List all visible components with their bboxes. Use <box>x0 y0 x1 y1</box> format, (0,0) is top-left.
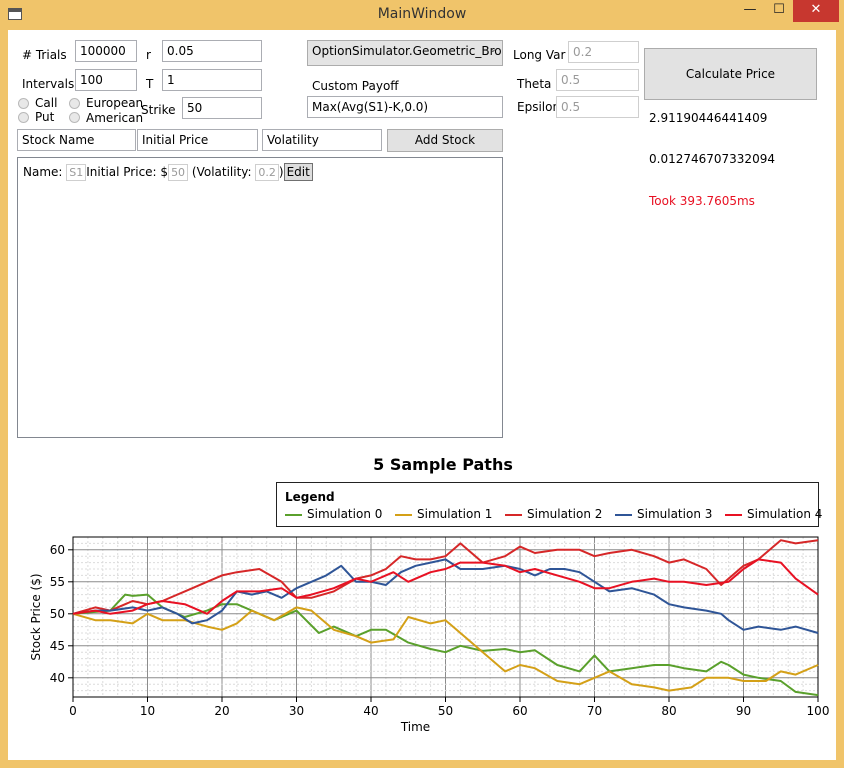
maximize-button[interactable]: ☐ <box>766 0 792 22</box>
put-radio[interactable] <box>18 112 29 123</box>
stock-vol-value[interactable]: 0.2 <box>255 163 279 181</box>
european-radio[interactable] <box>69 98 80 109</box>
x-tick-label: 60 <box>512 704 527 718</box>
epsilon-input[interactable]: 0.5 <box>556 96 639 118</box>
y-axis-label: Stock Price ($) <box>29 573 43 660</box>
r-input[interactable]: 0.05 <box>162 40 262 62</box>
stock-name-input[interactable]: Stock Name <box>17 129 136 151</box>
legend-label: Simulation 4 <box>747 507 823 521</box>
theta-label: Theta <box>517 77 552 91</box>
epsilon-label: Epsilon <box>517 100 561 114</box>
long-var-label: Long Var <box>513 48 566 62</box>
x-tick-label: 10 <box>140 704 155 718</box>
x-tick-label: 40 <box>363 704 378 718</box>
chart-title: 5 Sample Paths <box>373 455 513 474</box>
x-tick-label: 70 <box>587 704 602 718</box>
legend-label: Simulation 1 <box>417 507 493 521</box>
strike-label: Strike <box>141 103 176 117</box>
european-label: European <box>86 96 144 110</box>
legend-swatch <box>395 513 412 516</box>
x-tick-label: 50 <box>438 704 453 718</box>
close-button[interactable]: ✕ <box>793 0 839 22</box>
initial-price-input[interactable]: Initial Price <box>137 129 258 151</box>
custom-payoff-label: Custom Payoff <box>312 79 399 93</box>
list-item: Name: S1 Initial Price: $ 50 (Volatility… <box>23 163 313 181</box>
edit-stock-button[interactable]: Edit <box>283 163 313 181</box>
call-radio[interactable] <box>18 98 29 109</box>
x-tick-label: 20 <box>214 704 229 718</box>
chevron-down-icon: ⌄ <box>488 44 497 55</box>
legend-title: Legend <box>285 490 335 504</box>
trials-label: # Trials <box>22 48 67 62</box>
stock-name-label: Name: <box>23 165 63 179</box>
y-tick-label: 50 <box>50 607 65 621</box>
client-area: # Trials 100000 Intervals 100 Call Put E… <box>8 30 836 760</box>
custom-payoff-input[interactable]: Max(Avg(S1)-K,0.0) <box>307 96 503 118</box>
legend-swatch <box>505 513 522 516</box>
legend-label: Simulation 0 <box>307 507 383 521</box>
add-stock-button[interactable]: Add Stock <box>387 129 503 152</box>
legend-label: Simulation 3 <box>637 507 713 521</box>
line-chart: 0 10 20 30 40 50 60 70 80 90 100 40 45 50 55 60 Time Stoc… <box>29 536 830 734</box>
legend-item: Simulation 1 <box>395 507 492 521</box>
legend-swatch <box>285 513 302 516</box>
t-input[interactable]: 1 <box>162 69 262 91</box>
legend-item: Simulation 0 <box>285 507 382 521</box>
stock-price-label: Initial Price: $ <box>86 165 169 179</box>
y-tick-label: 45 <box>50 639 65 653</box>
intervals-label: Intervals <box>22 77 75 91</box>
legend-item: Simulation 4 <box>725 507 822 521</box>
stderr-result: 0.012746707332094 <box>649 152 775 166</box>
volatility-input[interactable]: Volatility <box>262 129 382 151</box>
long-var-input[interactable]: 0.2 <box>568 41 639 63</box>
simulator-selected: OptionSimulator.Geometric_Bro <box>312 44 502 58</box>
t-label: T <box>146 77 154 91</box>
window-title: MainWindow <box>377 6 467 22</box>
x-tick-label: 90 <box>736 704 751 718</box>
x-tick-label: 0 <box>69 704 77 718</box>
y-tick-label: 40 <box>50 671 65 685</box>
legend-swatch <box>615 513 632 516</box>
r-label: r <box>146 48 151 62</box>
timing-result: Took 393.7605ms <box>649 194 755 208</box>
main-window: MainWindow — ☐ ✕ # Trials 100000 Interva… <box>0 0 844 768</box>
legend-swatch <box>725 513 742 516</box>
american-label: American <box>86 111 144 125</box>
call-label: Call <box>35 96 58 110</box>
american-radio[interactable] <box>69 112 80 123</box>
trials-input[interactable]: 100000 <box>75 40 137 62</box>
simulator-select[interactable]: OptionSimulator.Geometric_Bro ⌄ <box>307 40 503 66</box>
y-tick-label: 55 <box>50 575 65 589</box>
y-tick-label: 60 <box>50 543 65 557</box>
legend-item: Simulation 2 <box>505 507 602 521</box>
stock-price-value[interactable]: 50 <box>168 163 189 181</box>
stock-vol-label: (Volatility: <box>191 165 252 179</box>
put-label: Put <box>35 110 55 124</box>
title-bar[interactable]: MainWindow — ☐ ✕ <box>0 0 844 30</box>
stock-list[interactable]: Name: S1 Initial Price: $ 50 (Volatility… <box>17 157 503 438</box>
strike-input[interactable]: 50 <box>182 97 262 119</box>
intervals-input[interactable]: 100 <box>75 69 137 91</box>
price-result: 2.91190446441409 <box>649 111 768 125</box>
legend-item: Simulation 3 <box>615 507 712 521</box>
minimize-button[interactable]: — <box>735 0 765 22</box>
x-tick-label: 100 <box>807 704 830 718</box>
calculate-price-button[interactable]: Calculate Price <box>644 48 817 100</box>
stock-name-value[interactable]: S1 <box>66 163 87 181</box>
legend-label: Simulation 2 <box>527 507 603 521</box>
x-tick-label: 80 <box>661 704 676 718</box>
theta-input[interactable]: 0.5 <box>556 69 639 91</box>
x-axis-label: Time <box>400 720 430 734</box>
x-tick-label: 30 <box>289 704 304 718</box>
